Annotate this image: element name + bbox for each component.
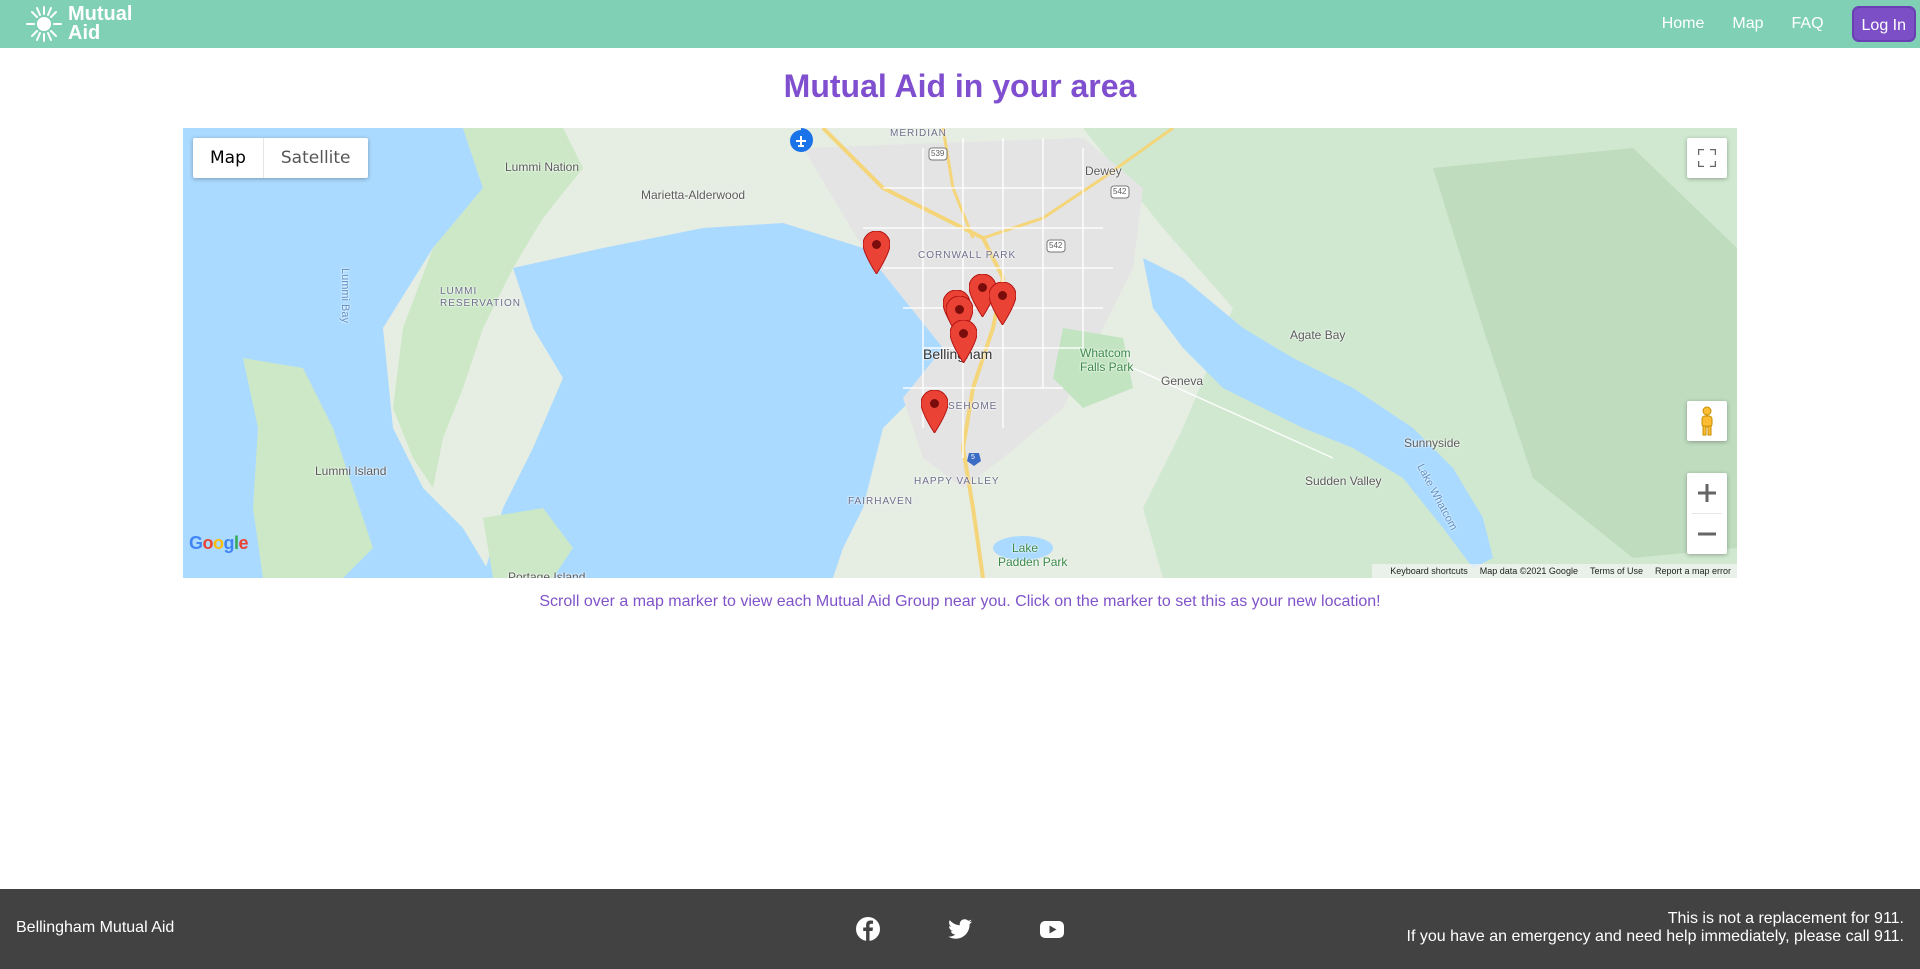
map-label-lake-padden-1: Lake [1012, 541, 1039, 555]
footer-org-name: Bellingham Mutual Aid [16, 919, 175, 936]
map-label-meridian: MERIDIAN [890, 128, 947, 139]
sun-flower-logo-icon [26, 6, 62, 42]
pegman-icon [1701, 406, 1713, 436]
map-type-control: Map Satellite [193, 138, 368, 178]
map-label-lummi-nation: Lummi Nation [505, 160, 580, 174]
login-button[interactable]: Log In [1851, 6, 1916, 42]
map-marker[interactable] [950, 320, 977, 363]
map-label-lummi-island: Lummi Island [315, 464, 387, 478]
map-instructions: Scroll over a map marker to view each Mu… [539, 593, 1381, 610]
route-539-shield: 539 [931, 149, 945, 158]
minus-icon [1698, 532, 1716, 536]
emergency-notice-line-1: This is not a replacement for 911. [1667, 910, 1904, 927]
map-data-text: Map data ©2021 Google [1479, 566, 1578, 576]
zoom-in-button[interactable] [1687, 473, 1727, 513]
brand-logo-link[interactable]: Mutual Aid [24, 3, 148, 45]
site-footer: Bellingham Mutual Aid This is not a repl… [0, 889, 1920, 969]
map-label-lummi-reservation-2: RESERVATION [440, 298, 522, 309]
map-label-lummi-reservation-1: LUMMI [440, 286, 478, 297]
map-label-geneva: Geneva [1161, 374, 1204, 388]
map-label-marietta: Marietta-Alderwood [641, 188, 746, 202]
nav-home-link[interactable]: Home [1662, 15, 1705, 33]
map-attribution-bar: Keyboard shortcuts Map data ©2021 Google… [1372, 564, 1737, 578]
page-title: Mutual Aid in your area [783, 68, 1137, 104]
twitter-icon[interactable] [946, 915, 974, 943]
brand-name: Mutual Aid [68, 4, 148, 44]
map-label-whatcom-2: Falls Park [1080, 360, 1134, 374]
interstate-5-shield: 5 [971, 454, 975, 461]
map-marker[interactable] [863, 231, 890, 274]
map-label-sudden-valley: Sudden Valley [1305, 474, 1382, 488]
emergency-notice-line-2: If you have an emergency and need help i… [1406, 928, 1905, 945]
map-label-lake-padden-2: Padden Park [998, 555, 1068, 569]
map-type-map-button[interactable]: Map [193, 138, 264, 178]
map-label-fairhaven: FAIRHAVEN [848, 496, 913, 507]
zoom-control [1687, 473, 1727, 554]
map-label-sehome: SEHOME [948, 401, 998, 412]
emergency-notice: This is not a replacement for 911. If yo… [1407, 910, 1905, 946]
route-542-shield-2: 542 [1113, 187, 1127, 196]
keyboard-shortcuts-link[interactable]: Keyboard shortcuts [1390, 566, 1468, 576]
facebook-icon[interactable] [854, 915, 882, 943]
nav-links: Home Map FAQ Log In [1662, 6, 1916, 42]
map-marker[interactable] [989, 282, 1016, 325]
nav-faq-link[interactable]: FAQ [1792, 15, 1824, 33]
map-type-satellite-button[interactable]: Satellite [264, 138, 368, 178]
navbar: Mutual Aid Home Map FAQ Log In [0, 0, 1920, 48]
street-view-pegman-button[interactable] [1687, 401, 1727, 441]
map-label-cornwall-park: CORNWALL PARK [918, 250, 1017, 261]
google-map[interactable]: Lummi Nation Marietta-Alderwood MERIDIAN… [183, 128, 1737, 578]
brand-line-2: Aid [68, 22, 101, 44]
route-542-shield: 542 [1049, 241, 1063, 250]
zoom-out-button[interactable] [1687, 514, 1727, 554]
map-label-dewey: Dewey [1085, 164, 1122, 178]
youtube-icon[interactable] [1038, 915, 1066, 943]
map-label-portage-island: Portage Island [508, 570, 586, 578]
map-marker[interactable] [921, 390, 948, 433]
map-label-lummi-bay: Lummi Bay [339, 268, 351, 324]
fullscreen-button[interactable] [1687, 138, 1727, 178]
fullscreen-icon [1698, 149, 1716, 167]
nav-map-link[interactable]: Map [1732, 15, 1763, 33]
map-label-happy-valley: HAPPY VALLEY [914, 476, 1000, 487]
plus-icon [1698, 484, 1716, 502]
map-label-sunnyside: Sunnyside [1404, 436, 1461, 450]
google-logo[interactable]: Google [189, 533, 249, 554]
report-map-error-link[interactable]: Report a map error [1655, 566, 1731, 576]
map-label-agate-bay: Agate Bay [1290, 328, 1346, 342]
terms-of-use-link[interactable]: Terms of Use [1590, 566, 1643, 576]
map-label-whatcom-1: Whatcom [1080, 346, 1131, 360]
